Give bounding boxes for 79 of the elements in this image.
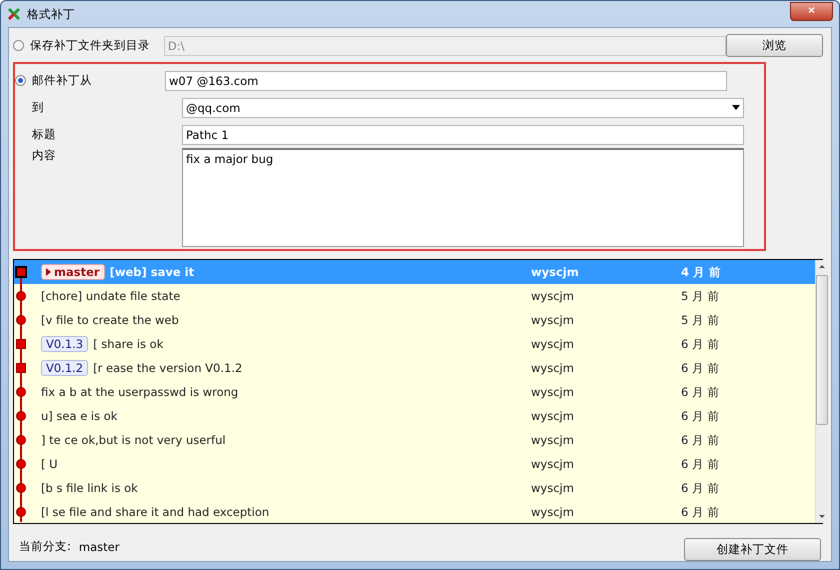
commit-author: wyscjm	[531, 313, 575, 327]
commit-dot-icon	[15, 482, 27, 494]
commit-row[interactable]: V0.1.3 [ share is ok wyscjm 6 月 前	[14, 332, 815, 356]
from-field[interactable]: w07 @163.com	[165, 70, 727, 90]
commit-date: 6 月 前	[681, 336, 721, 352]
commit-row[interactable]: fix a b at the userpasswd is wrong wyscjm 6 月 前	[14, 380, 815, 404]
commit-message: [r ease the version V0.1.2	[93, 361, 242, 375]
branch-label: 当前分支:	[19, 539, 71, 554]
version-tag: V0.1.3	[41, 336, 88, 352]
option-label: 保存补丁文件夹到目录	[30, 38, 151, 53]
commit-square-icon	[15, 338, 27, 350]
commit-message: [b s file link is ok	[41, 481, 138, 495]
commit-author: wyscjm	[531, 265, 580, 279]
commit-date: 6 月 前	[681, 384, 721, 400]
version-tag: V0.1.2	[41, 360, 88, 376]
branch-tag: master	[41, 264, 105, 280]
commit-message: [v file to create the web	[41, 313, 179, 327]
scrollbar[interactable]	[815, 260, 828, 523]
commit-row[interactable]: [ U wyscjm 6 月 前	[14, 452, 815, 476]
commit-row[interactable]: ] te ce ok,but is not very userful wyscjm 6 月 前	[14, 428, 815, 452]
commit-row[interactable]: [b s file link is ok wyscjm 6 月 前	[14, 476, 815, 500]
commit-message: [ share is ok	[93, 337, 164, 351]
triangle-icon	[46, 268, 51, 276]
commit-dot-icon	[15, 506, 27, 518]
commit-dot-icon	[15, 458, 27, 470]
commit-message: u] sea e is ok	[41, 409, 118, 423]
commit-author: wyscjm	[531, 457, 575, 471]
commit-date: 6 月 前	[681, 360, 721, 376]
body-field[interactable]: fix a major bug	[182, 148, 744, 247]
commit-date: 6 月 前	[681, 480, 721, 496]
commit-date: 6 月 前	[681, 504, 721, 520]
commit-author: wyscjm	[531, 481, 575, 495]
commit-message: [web] save it	[110, 265, 194, 279]
commit-date: 4 月 前	[681, 264, 722, 280]
scroll-up-icon[interactable]	[819, 265, 825, 268]
commit-author: wyscjm	[531, 409, 575, 423]
app-icon	[7, 7, 21, 21]
commit-dot-icon	[15, 410, 27, 422]
to-dropdown[interactable]: @qq.com	[182, 98, 744, 118]
commit-row[interactable]: [l se file and share it and had exception wyscjm 6 月 前	[14, 500, 815, 524]
commit-date: 6 月 前	[681, 408, 721, 424]
commit-message: [l se file and share it and had exception	[41, 505, 270, 519]
commit-dot-icon	[15, 434, 27, 446]
commit-author: wyscjm	[531, 361, 575, 375]
commit-author: wyscjm	[531, 505, 575, 519]
commit-message: ] te ce ok,but is not very userful	[41, 433, 226, 447]
commit-dot-icon	[15, 290, 27, 302]
commit-square-icon	[15, 362, 27, 374]
window-title: 格式补丁	[27, 6, 76, 22]
radio-button[interactable]	[13, 40, 24, 51]
commit-author: wyscjm	[531, 385, 575, 399]
field-label: 标题	[31, 127, 57, 142]
radio-button[interactable]	[15, 75, 26, 86]
caret-icon	[732, 105, 740, 110]
field-label: 内容	[31, 148, 57, 163]
commit-row[interactable]: master [web] save it wyscjm 4 月 前	[14, 260, 815, 284]
branch-name: master	[78, 540, 120, 554]
commit-message: fix a b at the userpasswd is wrong	[41, 385, 238, 399]
commit-date: 6 月 前	[681, 432, 721, 448]
commit-dot-icon	[15, 386, 27, 398]
browse-button[interactable]: 浏览	[726, 34, 823, 57]
commit-row[interactable]: [chore] undate file state wyscjm 5 月 前	[14, 284, 815, 308]
commit-date: 5 月 前	[681, 312, 721, 328]
field-label: 到	[31, 100, 45, 115]
commit-row[interactable]: u] sea e is ok wyscjm 6 月 前	[14, 404, 815, 428]
create-patch-button[interactable]: 创建补丁文件	[684, 538, 821, 561]
commit-row[interactable]: [v file to create the web wyscjm 5 月 前	[14, 308, 815, 332]
commit-author: wyscjm	[531, 289, 575, 303]
commit-message: [ U	[41, 457, 58, 471]
option-label: 邮件补丁从	[32, 73, 93, 88]
commit-dot-icon	[15, 314, 27, 326]
commit-date: 6 月 前	[681, 456, 721, 472]
subject-field[interactable]: Pathc 1	[182, 124, 744, 144]
commit-author: wyscjm	[531, 433, 575, 447]
commit-author: wyscjm	[531, 337, 575, 351]
commit-message: [chore] undate file state	[41, 289, 180, 303]
scroll-down-icon[interactable]	[819, 515, 825, 518]
commit-date: 5 月 前	[681, 288, 721, 304]
commit-row[interactable]: V0.1.2 [r ease the version V0.1.2 wyscjm 6 月 前	[14, 356, 815, 380]
